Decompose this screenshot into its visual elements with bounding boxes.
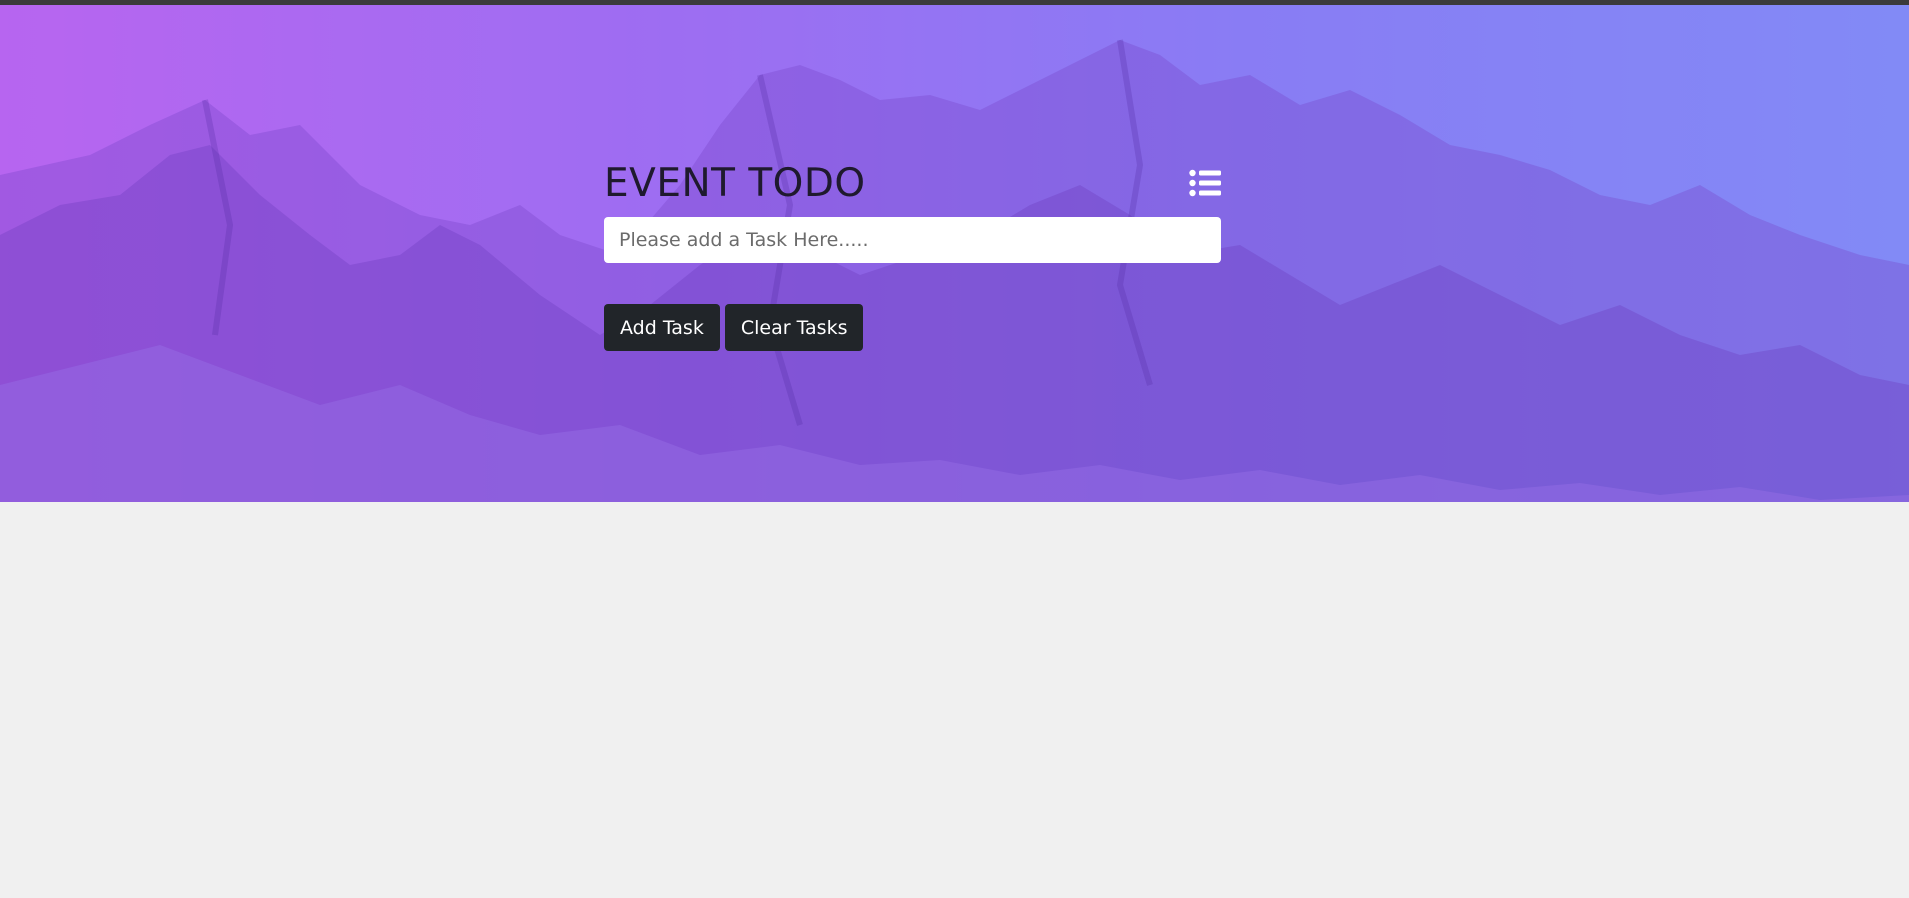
app-title: EVENT TODO [604, 161, 866, 206]
title-row: EVENT TODO [604, 155, 1221, 217]
todo-panel: EVENT TODO Add Task Clear Tasks [604, 155, 1221, 351]
clear-tasks-button[interactable]: Clear Tasks [724, 304, 864, 351]
add-task-button[interactable]: Add Task [604, 304, 720, 351]
browser-top-strip [0, 0, 1909, 5]
task-input[interactable] [604, 217, 1221, 263]
list-icon[interactable] [1189, 169, 1221, 197]
button-row: Add Task Clear Tasks [604, 304, 1221, 351]
hero-banner: EVENT TODO Add Task Clear Tasks [0, 5, 1909, 502]
task-list-area [0, 502, 1909, 898]
